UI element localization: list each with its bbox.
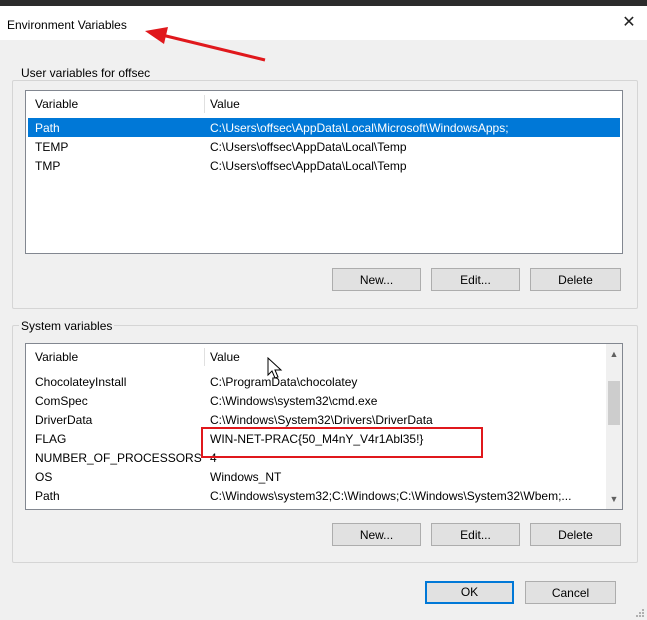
table-row[interactable]: TEMP C:\Users\offsec\AppData\Local\Temp: [28, 137, 620, 156]
variable-value: C:\Users\offsec\AppData\Local\Temp: [210, 159, 407, 173]
user-variables-list[interactable]: Variable Value Path C:\Users\offsec\AppD…: [25, 90, 623, 254]
table-row[interactable]: TMP C:\Users\offsec\AppData\Local\Temp: [28, 156, 620, 175]
ok-button[interactable]: OK: [425, 581, 514, 604]
variable-name: ChocolateyInstall: [35, 375, 127, 389]
variable-name: TEMP: [35, 140, 69, 154]
column-header-value[interactable]: Value: [210, 97, 240, 111]
variable-value: C:\Users\offsec\AppData\Local\Temp: [210, 140, 407, 154]
annotation-highlight-box: [201, 427, 483, 458]
list-header: Variable Value: [26, 91, 622, 117]
vertical-scrollbar[interactable]: ▲ ▼: [606, 344, 622, 509]
column-header-variable[interactable]: Variable: [35, 97, 78, 111]
variable-value: C:\ProgramData\chocolatey: [210, 375, 358, 389]
variable-name: Path: [35, 489, 60, 503]
column-header-variable[interactable]: Variable: [35, 350, 78, 364]
variable-name: FLAG: [35, 432, 67, 446]
variable-name: OS: [35, 470, 53, 484]
title-bar: Environment Variables ✕: [0, 6, 647, 40]
list-header: Variable Value: [26, 344, 606, 370]
variable-value: Windows_NT: [210, 470, 282, 484]
variable-value: C:\Users\offsec\AppData\Local\Microsoft\…: [210, 121, 509, 135]
system-delete-button[interactable]: Delete: [530, 523, 621, 546]
table-row[interactable]: Path C:\Users\offsec\AppData\Local\Micro…: [28, 118, 620, 137]
scroll-up-icon[interactable]: ▲: [606, 346, 622, 362]
table-row[interactable]: ChocolateyInstall C:\ProgramData\chocola…: [28, 372, 604, 391]
variable-name: Path: [35, 121, 60, 135]
variable-value: C:\Windows\system32;C:\Windows;C:\Window…: [210, 489, 572, 503]
column-header-value[interactable]: Value: [210, 350, 240, 364]
resize-grip-icon[interactable]: [635, 608, 645, 618]
user-edit-button[interactable]: Edit...: [431, 268, 520, 291]
table-row[interactable]: Path C:\Windows\system32;C:\Windows;C:\W…: [28, 486, 604, 505]
user-variables-label: User variables for offsec: [19, 66, 153, 80]
scroll-down-icon[interactable]: ▼: [606, 491, 622, 507]
variable-name: TMP: [35, 159, 61, 173]
variable-value: C:\Windows\system32\cmd.exe: [210, 394, 378, 408]
close-icon[interactable]: ✕: [619, 13, 639, 33]
system-edit-button[interactable]: Edit...: [431, 523, 520, 546]
variable-name: DriverData: [35, 413, 93, 427]
system-variables-label: System variables: [19, 319, 115, 333]
mouse-cursor-icon: [267, 357, 283, 379]
scrollbar-thumb[interactable]: [608, 381, 620, 425]
variable-name: ComSpec: [35, 394, 88, 408]
cancel-button[interactable]: Cancel: [525, 581, 616, 604]
annotation-arrow: [145, 27, 266, 62]
user-new-button[interactable]: New...: [332, 268, 421, 291]
table-row[interactable]: ComSpec C:\Windows\system32\cmd.exe: [28, 391, 604, 410]
user-delete-button[interactable]: Delete: [530, 268, 621, 291]
system-new-button[interactable]: New...: [332, 523, 421, 546]
dialog-title: Environment Variables: [7, 18, 127, 32]
table-row[interactable]: OS Windows_NT: [28, 467, 604, 486]
variable-value: C:\Windows\System32\Drivers\DriverData: [210, 413, 433, 427]
variable-name: NUMBER_OF_PROCESSORS: [35, 451, 202, 465]
